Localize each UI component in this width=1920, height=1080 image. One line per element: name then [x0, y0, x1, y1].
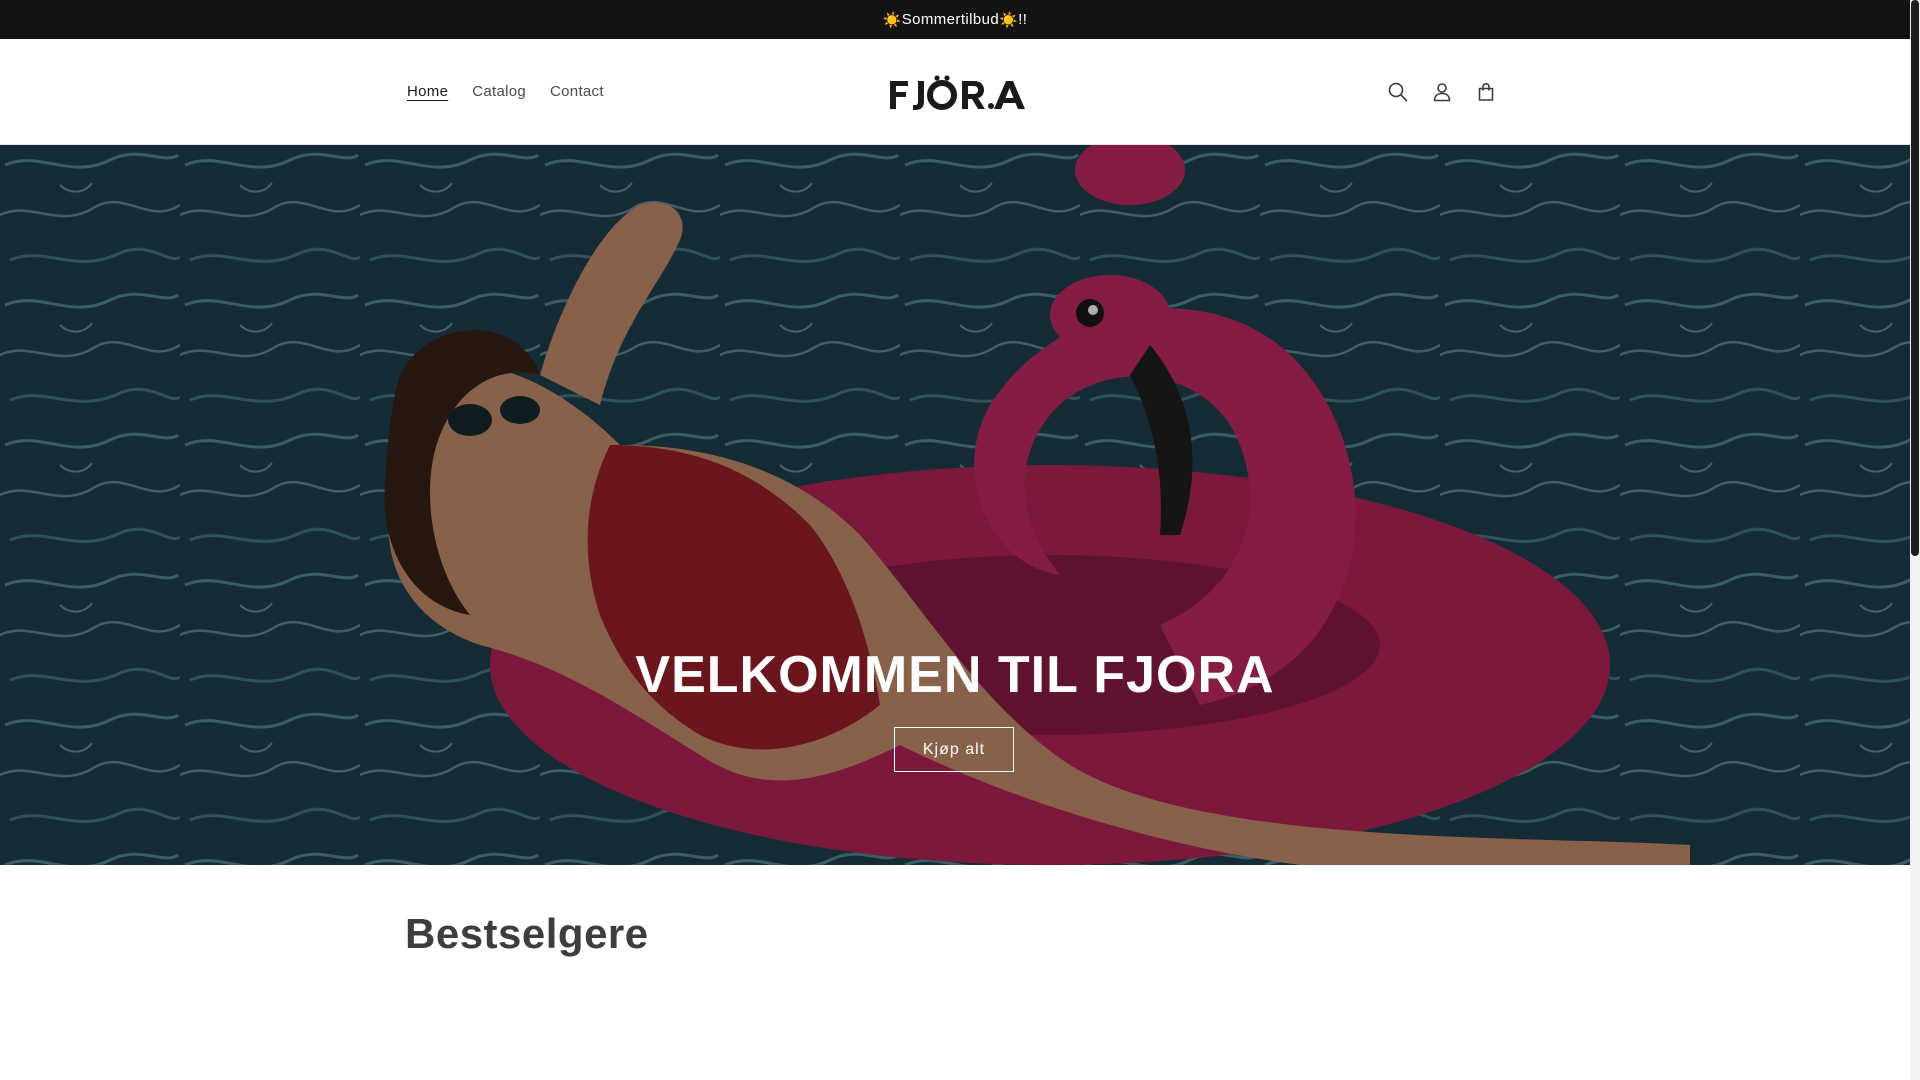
header-icons: [1376, 39, 1508, 144]
bestsellers-heading: Bestselgere: [405, 910, 649, 957]
search-icon: [1388, 82, 1408, 101]
cart-icon: [1478, 82, 1494, 101]
page: ☀️ Sommertilbud ☀️ !! Home Catalog Conta…: [0, 0, 1920, 1080]
page-scrollbar[interactable]: [1910, 0, 1920, 1080]
site-header: Home Catalog Contact: [0, 39, 1910, 145]
nav-contact-link[interactable]: Contact: [538, 83, 616, 100]
page-content: ☀️ Sommertilbud ☀️ !! Home Catalog Conta…: [0, 0, 1910, 1080]
nav-catalog-link[interactable]: Catalog: [460, 83, 538, 100]
account-button[interactable]: [1420, 70, 1464, 114]
scrollbar-thumb[interactable]: [1911, 0, 1919, 556]
cart-button[interactable]: [1464, 70, 1508, 114]
nav-home-link[interactable]: Home: [395, 83, 460, 100]
hero-title: VELKOMMEN TIL FJORA: [635, 646, 1275, 704]
main-nav: Home Catalog Contact: [395, 39, 616, 144]
sun-icon: ☀️: [882, 11, 902, 29]
announcement-text-end: !!: [1018, 11, 1028, 28]
sun-icon: ☀️: [999, 11, 1019, 29]
fjora-logo[interactable]: [888, 75, 1026, 115]
hero-banner: VELKOMMEN TIL FJORA Kjøp alt: [0, 145, 1910, 865]
logo-graphic: [890, 75, 1025, 110]
search-button[interactable]: [1376, 70, 1420, 114]
announcement-bar: ☀️ Sommertilbud ☀️ !!: [0, 0, 1910, 39]
announcement-text: Sommertilbud: [901, 11, 1000, 28]
account-icon: [1433, 82, 1451, 101]
shop-all-button[interactable]: Kjøp alt: [894, 727, 1014, 772]
